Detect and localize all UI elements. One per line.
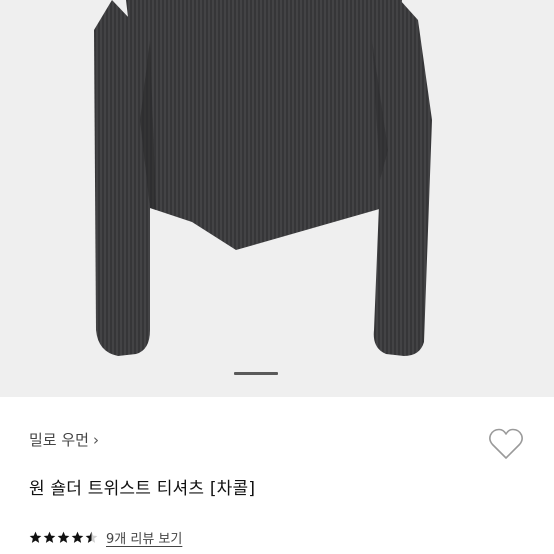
product-info-panel: 밀로 우먼 › 원 숄더 트위스트 티셔츠 [차콜] 9개 리뷰 보기 xyxy=(0,397,554,554)
chevron-right-icon: › xyxy=(92,430,99,449)
gallery-pager-indicator[interactable] xyxy=(234,372,278,375)
rating-stars xyxy=(29,531,98,544)
rating-row: 9개 리뷰 보기 xyxy=(29,528,182,547)
product-image-gallery[interactable] xyxy=(0,0,554,397)
star-icon xyxy=(57,531,70,543)
brand-name: 밀로 우먼 xyxy=(29,431,89,449)
star-icon xyxy=(43,531,56,543)
brand-link[interactable]: 밀로 우먼 › xyxy=(29,429,99,450)
product-title: 원 숄더 트위스트 티셔츠 [차콜] xyxy=(29,479,256,499)
star-icon xyxy=(29,531,42,543)
product-image xyxy=(94,0,432,356)
star-icon xyxy=(71,531,84,543)
reviews-link[interactable]: 9개 리뷰 보기 xyxy=(106,528,182,547)
wishlist-heart-icon[interactable] xyxy=(488,427,524,461)
star-half-icon xyxy=(85,531,98,543)
